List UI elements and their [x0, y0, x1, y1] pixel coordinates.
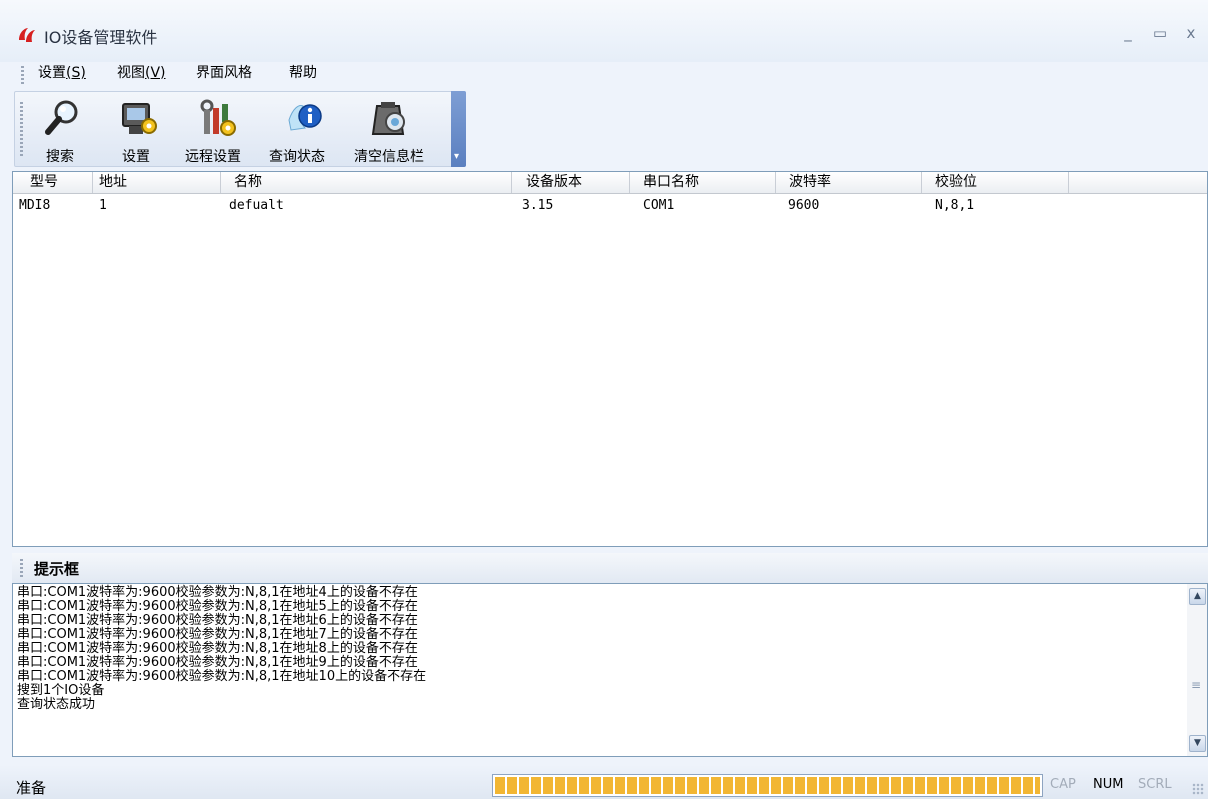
- window-title: IO设备管理软件: [44, 28, 158, 47]
- log-line: 查询状态成功: [17, 697, 96, 712]
- title-bar: IO设备管理软件 _ ▭ x: [0, 0, 1208, 62]
- column-header-address[interactable]: 地址: [93, 172, 221, 193]
- query-status-label: 查询状态: [269, 149, 325, 165]
- close-button[interactable]: x: [1181, 24, 1201, 42]
- status-text: 准备: [16, 779, 47, 797]
- column-header-name[interactable]: 名称: [221, 172, 512, 193]
- search-label: 搜索: [46, 149, 74, 165]
- progress-fill: [495, 777, 1040, 794]
- column-header-parity[interactable]: 校验位: [922, 172, 1069, 193]
- clear-info-label: 清空信息栏: [354, 149, 424, 165]
- search-button[interactable]: 搜索: [35, 96, 91, 165]
- hint-pane-grip[interactable]: [20, 559, 23, 577]
- remote-settings-icon: [200, 99, 236, 136]
- magnifier-icon: [45, 100, 78, 135]
- chevron-down-icon: ▾: [454, 151, 460, 162]
- progress-bar: [492, 774, 1043, 797]
- menu-help[interactable]: 帮助: [289, 62, 317, 82]
- scroll-up-button[interactable]: ▲: [1189, 588, 1206, 605]
- query-status-button[interactable]: 查询状态: [267, 96, 343, 165]
- maximize-button[interactable]: ▭: [1150, 24, 1170, 42]
- scrl-indicator: SCRL: [1138, 777, 1172, 792]
- cell-version: 3.15: [522, 198, 554, 213]
- column-header-model[interactable]: 型号: [13, 172, 93, 193]
- log-line: 串口:COM1波特率为:9600校验参数为:N,8,1在地址9上的设备不存在: [17, 655, 418, 670]
- info-icon: [288, 104, 322, 131]
- toolbar: 搜索 设置 远程设置 查询状态 清空信息栏: [14, 91, 466, 167]
- hint-log[interactable]: 串口:COM1波特率为:9600校验参数为:N,8,1在地址4上的设备不存在 串…: [12, 583, 1208, 757]
- menu-settings[interactable]: 设置(S): [38, 62, 86, 82]
- minimize-button[interactable]: _: [1118, 24, 1138, 42]
- cell-address: 1: [99, 198, 107, 213]
- device-list[interactable]: 型号 地址 名称 设备版本 串口名称 波特率 校验位 MDI8 1 defual…: [12, 171, 1208, 547]
- settings-icon: [122, 103, 157, 134]
- toolbar-grip[interactable]: [20, 102, 23, 158]
- column-header-baud[interactable]: 波特率: [776, 172, 922, 193]
- hint-scrollbar[interactable]: ▲ ≡ ▼: [1187, 584, 1207, 756]
- clear-info-icon: [371, 102, 405, 135]
- remote-settings-label: 远程设置: [185, 149, 241, 165]
- column-header-port[interactable]: 串口名称: [630, 172, 776, 193]
- menu-grip: [21, 66, 24, 84]
- cell-baud: 9600: [788, 198, 820, 213]
- hint-pane-title: 提示框: [34, 560, 80, 578]
- log-line: 串口:COM1波特率为:9600校验参数为:N,8,1在地址7上的设备不存在: [17, 627, 418, 642]
- menu-bar: 设置(S) 视图(V) 界面风格 帮助: [0, 62, 1208, 88]
- cell-name: defualt: [229, 198, 284, 213]
- scroll-grip-icon[interactable]: ≡: [1191, 678, 1201, 692]
- scroll-down-button[interactable]: ▼: [1189, 735, 1206, 752]
- menu-view[interactable]: 视图(V): [117, 62, 166, 82]
- table-row[interactable]: MDI8 1 defualt 3.15 COM1 9600 N,8,1: [13, 196, 1207, 216]
- num-indicator: NUM: [1093, 777, 1124, 792]
- menu-ui-style[interactable]: 界面风格: [196, 62, 252, 82]
- log-line: 串口:COM1波特率为:9600校验参数为:N,8,1在地址4上的设备不存在: [17, 585, 418, 600]
- remote-settings-button[interactable]: 远程设置: [181, 96, 257, 165]
- app-logo-icon: [19, 28, 35, 42]
- log-line: 串口:COM1波特率为:9600校验参数为:N,8,1在地址6上的设备不存在: [17, 613, 418, 628]
- settings-button[interactable]: 设置: [111, 96, 167, 165]
- resize-grip[interactable]: [1192, 783, 1204, 795]
- log-line: 串口:COM1波特率为:9600校验参数为:N,8,1在地址5上的设备不存在: [17, 599, 418, 614]
- hint-pane-header: 提示框: [12, 553, 1208, 583]
- cell-parity: N,8,1: [935, 198, 975, 213]
- log-line: 串口:COM1波特率为:9600校验参数为:N,8,1在地址8上的设备不存在: [17, 641, 418, 656]
- cell-port: COM1: [643, 198, 675, 213]
- log-line: 串口:COM1波特率为:9600校验参数为:N,8,1在地址10上的设备不存在: [17, 669, 427, 684]
- column-header-version[interactable]: 设备版本: [512, 172, 630, 193]
- cap-indicator: CAP: [1050, 777, 1076, 792]
- list-header: 型号 地址 名称 设备版本 串口名称 波特率 校验位: [13, 172, 1207, 194]
- log-line: 搜到1个IO设备: [17, 683, 105, 698]
- settings-label: 设置: [122, 149, 150, 165]
- toolbar-overflow-button[interactable]: ▾: [451, 91, 466, 167]
- clear-info-button[interactable]: 清空信息栏: [353, 96, 433, 165]
- cell-model: MDI8: [19, 198, 51, 213]
